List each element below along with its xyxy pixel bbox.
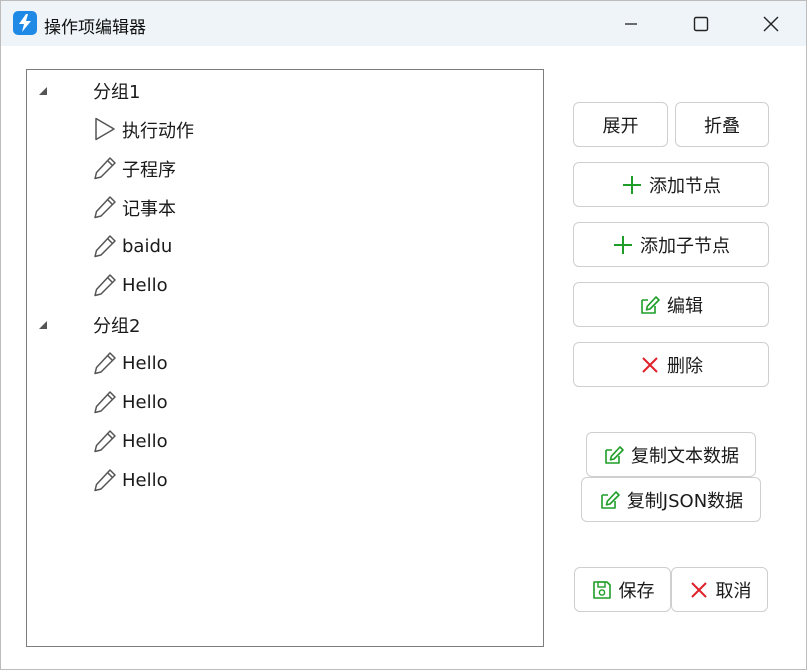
tree-item-label: Hello [122, 353, 168, 374]
pencil-icon [92, 272, 118, 298]
plus-icon [621, 174, 643, 196]
tree-item-label: Hello [122, 470, 168, 491]
tree-group-label: 分组2 [93, 315, 141, 337]
tree-group-label: 分组1 [93, 81, 141, 103]
tree-group-row[interactable]: 分组2 [27, 305, 527, 344]
pencil-icon [92, 467, 118, 493]
save-disk-icon [591, 579, 613, 601]
cancel-label: 取消 [715, 580, 752, 602]
tree-item-label: 执行动作 [122, 120, 194, 142]
delete-x-icon [639, 354, 661, 376]
maximize-button[interactable] [671, 1, 731, 46]
minimize-icon [625, 22, 637, 25]
tree-item[interactable]: Hello [27, 266, 527, 305]
expand-arrow-icon[interactable] [39, 321, 47, 329]
add-child-node-button[interactable]: 添加子节点 [573, 222, 769, 267]
expand-arrow-icon[interactable] [39, 87, 47, 95]
tree-item-label: Hello [122, 392, 168, 413]
tree-item[interactable]: baidu [27, 227, 527, 266]
edit-icon [603, 444, 625, 466]
delete-label: 删除 [667, 355, 703, 377]
tree-item[interactable]: Hello [27, 383, 527, 422]
tree-item[interactable]: 记事本 [27, 188, 527, 227]
pencil-icon [92, 194, 118, 220]
add-child-node-label: 添加子节点 [640, 235, 730, 257]
tree-item-label: 子程序 [122, 159, 176, 181]
add-node-label: 添加节点 [649, 175, 721, 197]
cancel-button[interactable]: 取消 [671, 567, 768, 612]
edit-button[interactable]: 编辑 [573, 282, 769, 327]
tree-item[interactable]: Hello [27, 461, 527, 500]
expand-button[interactable]: 展开 [573, 102, 668, 147]
editor-window: 操作项编辑器 分组1 执行动作 子程序 记事本 baidu Hello 分组2 … [0, 0, 807, 670]
tree-group-row[interactable]: 分组1 [27, 71, 527, 110]
tree-item-label: Hello [122, 275, 168, 296]
copy-json-data-label: 复制JSON数据 [626, 490, 744, 512]
collapse-button[interactable]: 折叠 [675, 102, 769, 147]
title-bar: 操作项编辑器 [1, 1, 806, 46]
close-icon [763, 16, 779, 31]
collapse-button-label: 折叠 [704, 115, 740, 137]
copy-json-data-button[interactable]: 复制JSON数据 [581, 477, 761, 522]
play-icon [92, 116, 118, 142]
copy-text-data-label: 复制文本数据 [631, 445, 739, 467]
tree-item[interactable]: Hello [27, 422, 527, 461]
tree-item-label: 记事本 [122, 198, 176, 220]
maximize-icon [693, 16, 709, 31]
tree-item-label: Hello [122, 431, 168, 452]
edit-icon [639, 294, 661, 316]
tree-item[interactable]: 子程序 [27, 149, 527, 188]
expand-button-label: 展开 [602, 115, 639, 137]
tree-item[interactable]: Hello [27, 344, 527, 383]
save-label: 保存 [618, 580, 655, 602]
window-title: 操作项编辑器 [44, 18, 146, 38]
close-button[interactable] [741, 1, 801, 46]
app-lightning-icon [13, 11, 37, 35]
pencil-icon [92, 389, 118, 415]
pencil-icon [92, 155, 118, 181]
plus-icon [612, 234, 634, 256]
cancel-x-icon [688, 579, 710, 601]
save-button[interactable]: 保存 [574, 567, 671, 612]
copy-text-data-button[interactable]: 复制文本数据 [586, 432, 756, 477]
add-node-button[interactable]: 添加节点 [573, 162, 769, 207]
pencil-icon [92, 350, 118, 376]
tree-item-label: baidu [122, 236, 173, 257]
pencil-icon [92, 233, 118, 259]
tree-item[interactable]: 执行动作 [27, 110, 527, 149]
minimize-button[interactable] [601, 1, 661, 46]
pencil-icon [92, 428, 118, 454]
edit-icon [599, 489, 621, 511]
delete-button[interactable]: 删除 [573, 342, 769, 387]
edit-label: 编辑 [667, 295, 703, 317]
operation-tree[interactable]: 分组1 执行动作 子程序 记事本 baidu Hello 分组2 Hello H… [26, 69, 544, 647]
